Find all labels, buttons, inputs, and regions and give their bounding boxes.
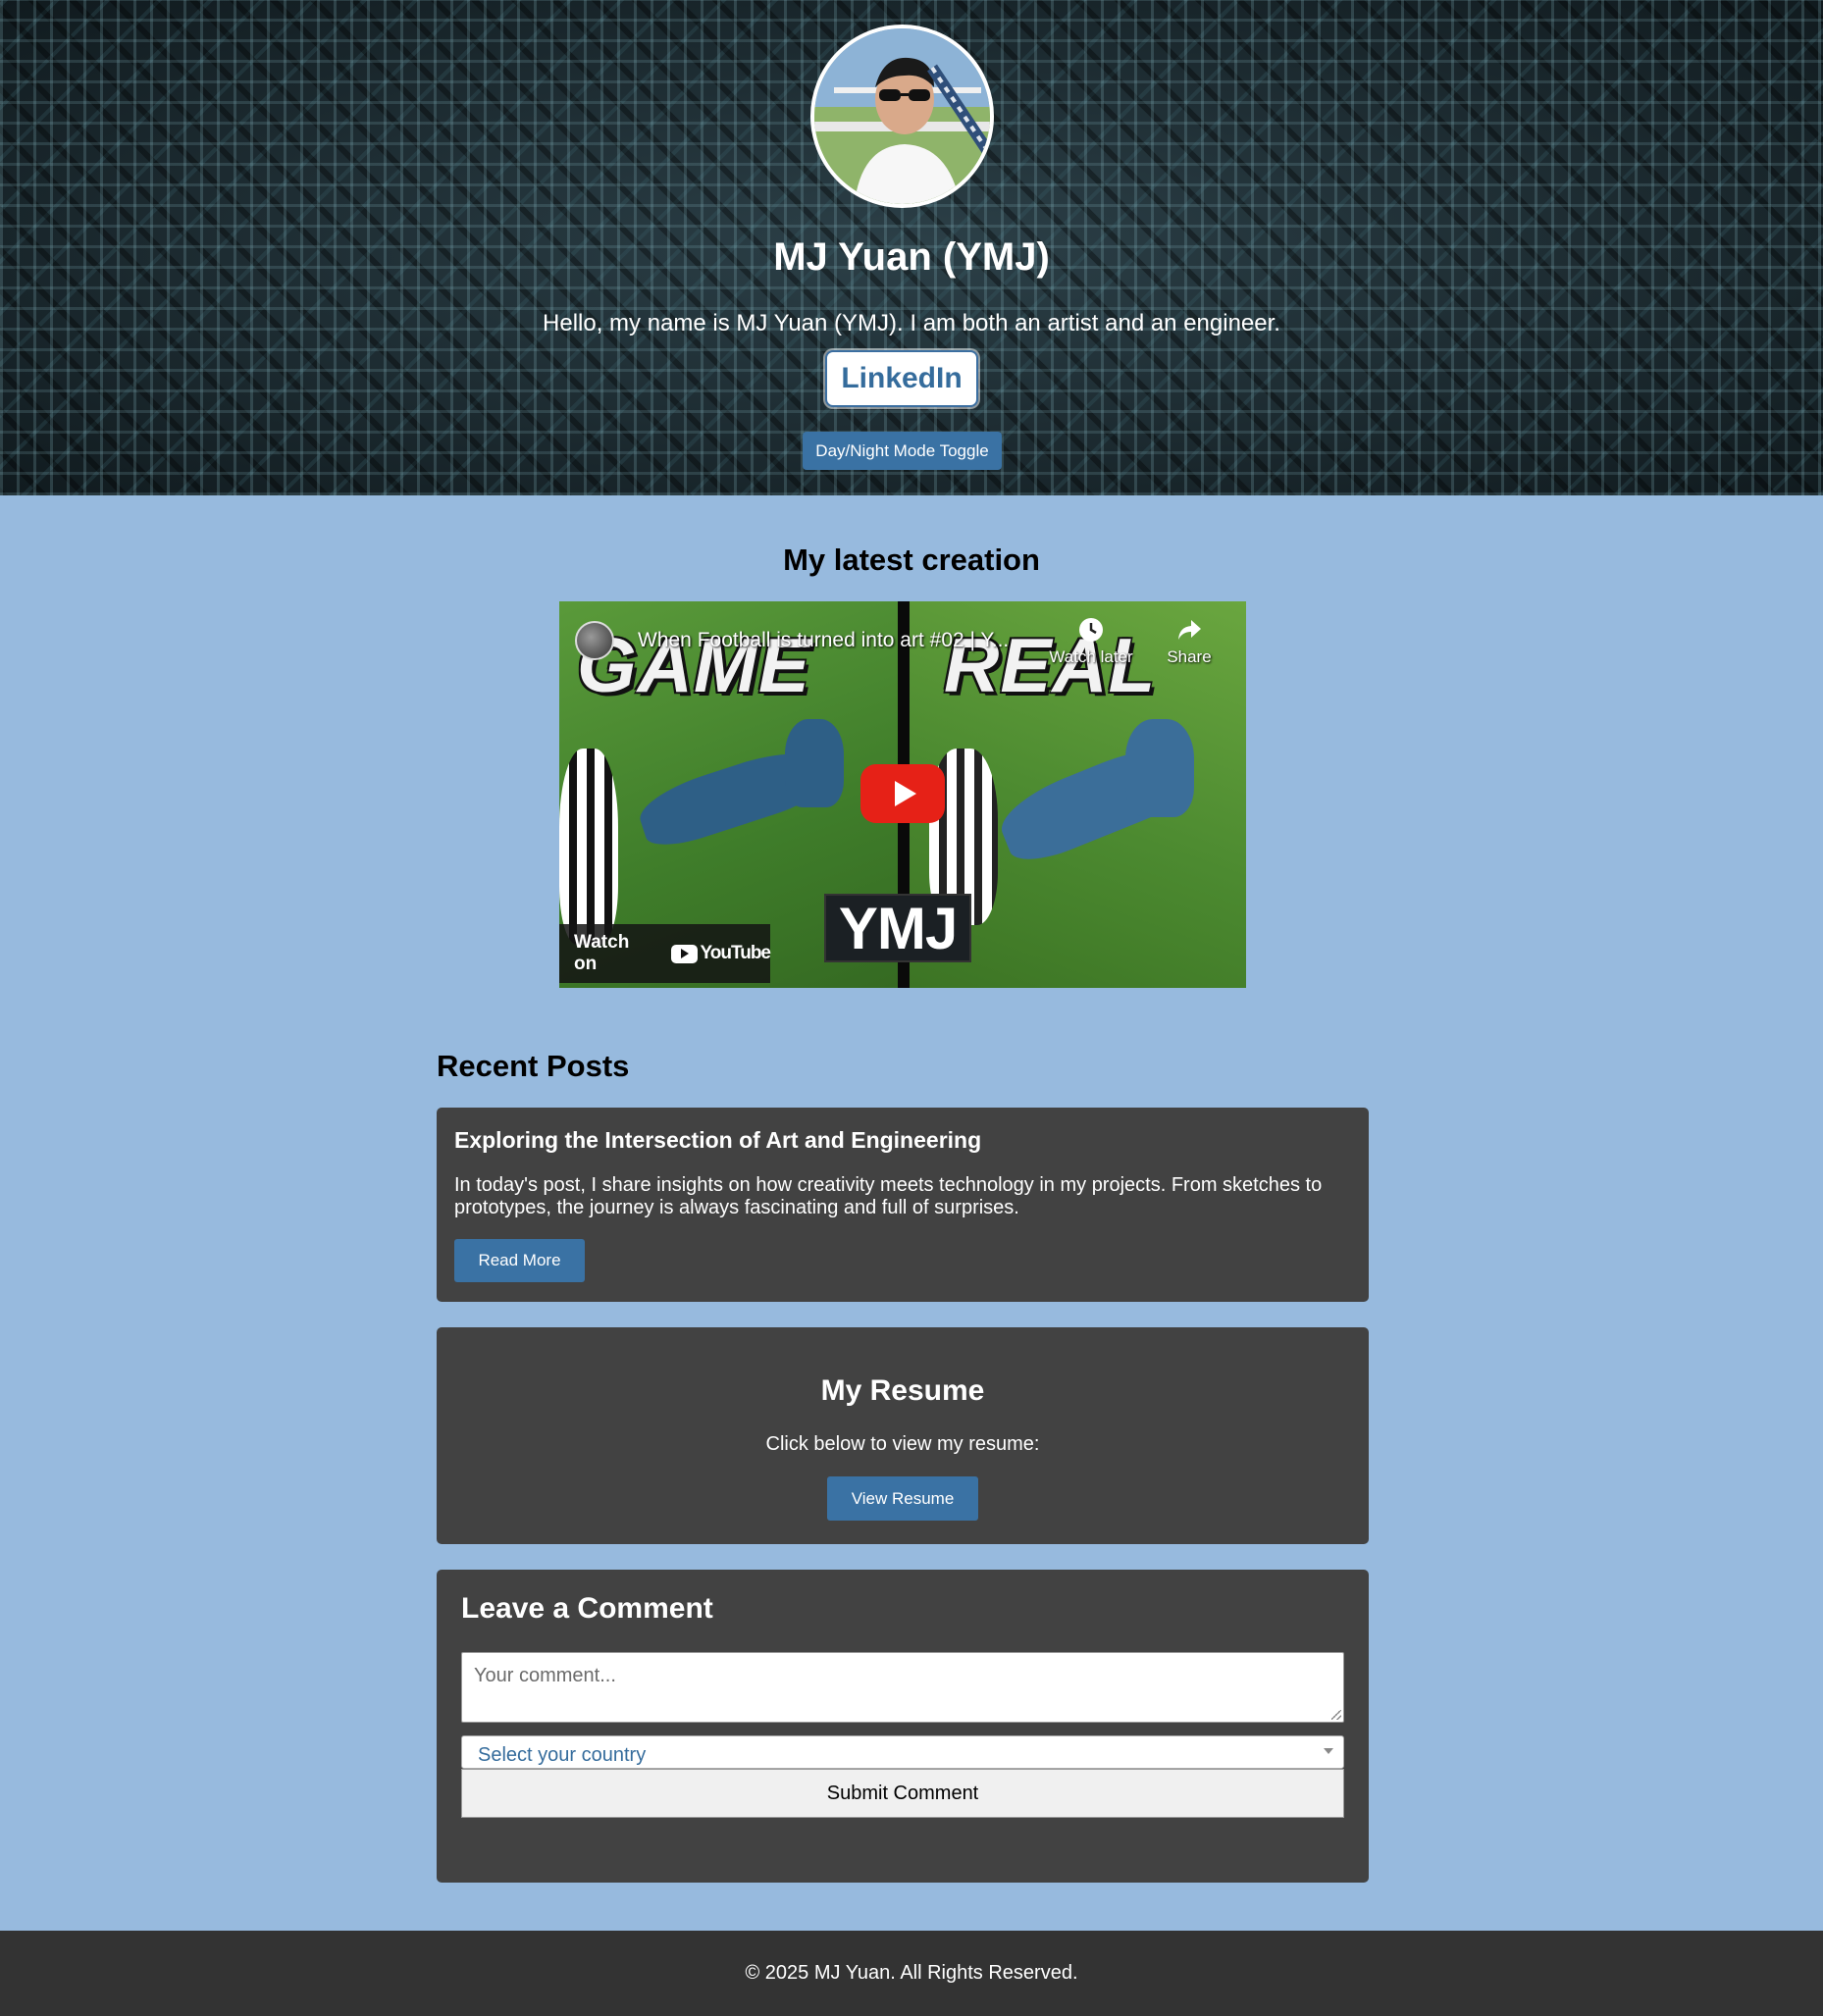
- chevron-down-icon: [1324, 1748, 1333, 1754]
- play-icon[interactable]: [860, 764, 945, 823]
- clock-icon: [1079, 618, 1103, 642]
- watch-on-youtube-link[interactable]: Watch on YouTube: [559, 924, 771, 983]
- comment-title: Leave a Comment: [461, 1592, 713, 1625]
- resize-grip-icon[interactable]: [1331, 1710, 1341, 1720]
- linkedin-link[interactable]: LinkedIn: [825, 350, 978, 407]
- watch-later-label: Watch later: [1049, 647, 1133, 666]
- ymj-badge: YMJ: [824, 894, 971, 962]
- resume-card: My Resume Click below to view my resume:…: [437, 1327, 1369, 1544]
- player-figure: [1125, 719, 1194, 817]
- share-button[interactable]: Share: [1160, 616, 1219, 667]
- profile-avatar: [810, 25, 994, 208]
- post-card: Exploring the Intersection of Art and En…: [437, 1108, 1369, 1302]
- youtube-video-embed[interactable]: GAME REAL When Football is turned into a…: [559, 601, 1246, 988]
- share-label: Share: [1167, 647, 1212, 666]
- comment-textarea[interactable]: Your comment...: [461, 1652, 1344, 1723]
- youtube-wordmark: YouTube: [700, 943, 771, 963]
- comment-placeholder: Your comment...: [474, 1665, 616, 1686]
- video-title[interactable]: When Football is turned into art #02 | Y…: [638, 629, 1009, 652]
- recent-posts-heading: Recent Posts: [437, 1049, 630, 1083]
- hero-header: MJ Yuan (YMJ) Hello, my name is MJ Yuan …: [0, 0, 1823, 495]
- player-figure: [785, 719, 844, 807]
- channel-icon[interactable]: [575, 621, 614, 660]
- share-icon: [1178, 620, 1201, 640]
- resume-title: My Resume: [820, 1374, 985, 1407]
- post-title: Exploring the Intersection of Art and En…: [454, 1127, 982, 1153]
- submit-comment-button[interactable]: Submit Comment: [461, 1769, 1344, 1818]
- post-excerpt: In today's post, I share insights on how…: [454, 1174, 1323, 1218]
- intro-text: Hello, my name is MJ Yuan (YMJ). I am bo…: [543, 310, 1280, 336]
- youtube-logo-icon: YouTube: [670, 943, 771, 964]
- country-select[interactable]: Select your country: [461, 1735, 1344, 1769]
- latest-creation-heading: My latest creation: [783, 543, 1040, 577]
- comment-card: Leave a Comment Your comment... Select y…: [437, 1570, 1369, 1883]
- watch-later-button[interactable]: Watch later: [1047, 616, 1135, 667]
- player-figure: [559, 749, 618, 945]
- watch-on-label: Watch on: [574, 932, 630, 974]
- resume-text: Click below to view my resume:: [765, 1433, 1040, 1455]
- footer: © 2025 MJ Yuan. All Rights Reserved.: [0, 1931, 1823, 2016]
- page-title: MJ Yuan (YMJ): [773, 235, 1050, 279]
- country-select-value: Select your country: [478, 1744, 647, 1766]
- read-more-button[interactable]: Read More: [454, 1239, 585, 1282]
- copyright-text: © 2025 MJ Yuan. All Rights Reserved.: [745, 1962, 1078, 1984]
- day-night-toggle-button[interactable]: Day/Night Mode Toggle: [803, 432, 1002, 470]
- view-resume-button[interactable]: View Resume: [827, 1476, 978, 1521]
